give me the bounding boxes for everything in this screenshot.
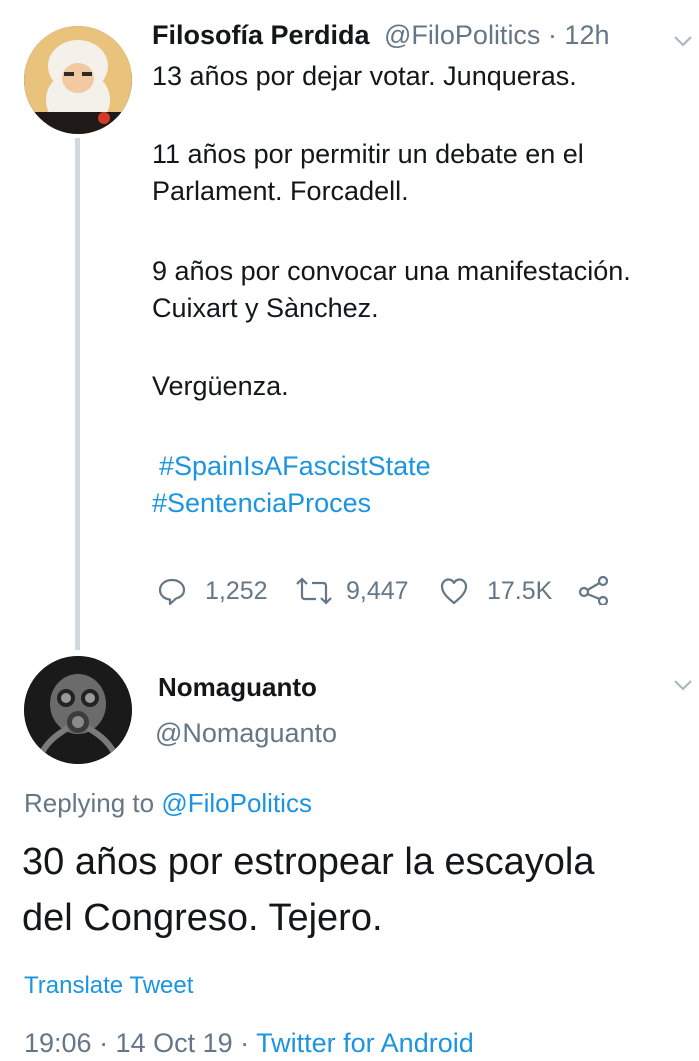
reply-author-handle[interactable]: @Nomaguanto <box>155 718 337 749</box>
avatar-filosofia-perdida[interactable] <box>24 26 132 134</box>
reply-author-name[interactable]: Nomaguanto <box>158 672 317 703</box>
retweet-icon[interactable] <box>296 576 332 606</box>
avatar-gas-mask-icon <box>24 656 132 764</box>
timestamp: 19:06 · 14 Oct 19 · <box>24 1028 257 1058</box>
retweet-count: 9,447 <box>346 577 409 605</box>
author-handle-and-time[interactable]: @FiloPolitics · 12h <box>384 20 609 51</box>
tweet-text-line: 13 años por dejar votar. Junqueras. <box>152 61 577 91</box>
replying-to-prefix: Replying to <box>24 788 155 818</box>
reply-icon[interactable] <box>157 576 187 606</box>
tweet-text-line: 11 años por permitir un debate en el <box>152 139 584 169</box>
source-link[interactable]: Twitter for Android <box>256 1028 474 1058</box>
share-icon[interactable] <box>578 575 610 605</box>
avatar-portrait-icon <box>24 26 132 134</box>
replying-to-handle-link[interactable]: @FiloPolitics <box>161 788 312 818</box>
thread-connector-line <box>75 138 80 650</box>
tweet-text-line: Vergüenza. <box>152 371 289 401</box>
reply-text-line: 30 años por estropear la escayola <box>22 841 595 883</box>
tweet-text-line: Parlament. Forcadell. <box>152 176 409 206</box>
tweet-meta-line: 19:06 · 14 Oct 19 · Twitter for Android <box>24 1028 474 1059</box>
reply-text-line: del Congreso. Tejero. <box>22 897 383 939</box>
hashtag-link[interactable]: #SentenciaProces <box>152 485 371 522</box>
reply-count: 1,252 <box>205 577 268 605</box>
translate-tweet-link[interactable]: Translate Tweet <box>24 972 193 1000</box>
like-icon[interactable] <box>439 576 469 606</box>
chevron-down-icon[interactable] <box>672 30 694 52</box>
replying-to-line: Replying to @FiloPolitics <box>24 788 312 819</box>
like-count: 17.5K <box>487 577 553 605</box>
avatar-nomaguanto[interactable] <box>24 656 132 764</box>
author-name[interactable]: Filosofía Perdida <box>152 20 370 51</box>
tweet-text-line: Cuixart y Sànchez. <box>152 293 379 323</box>
chevron-down-icon[interactable] <box>672 674 694 696</box>
tweet-text-line: 9 años por convocar una manifestación. <box>152 256 631 286</box>
hashtag-link[interactable]: #SpainIsAFascistState <box>159 448 431 485</box>
